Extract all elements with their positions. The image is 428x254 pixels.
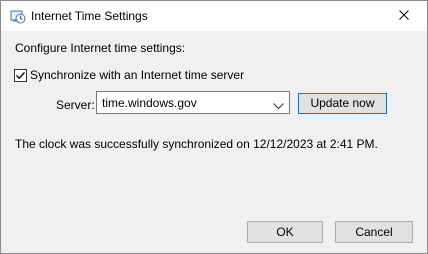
server-label: Server: (56, 98, 95, 112)
window-title: Internet Time Settings (31, 9, 148, 23)
sync-option[interactable]: Synchronize with an Internet time server (14, 67, 244, 83)
sync-status-text: The clock was successfully synchronized … (15, 137, 378, 151)
server-value[interactable]: time.windows.gov (102, 96, 197, 110)
close-button[interactable] (381, 1, 427, 31)
settings-heading: Configure Internet time settings: (15, 41, 186, 55)
title-bar: Internet Time Settings (1, 1, 427, 31)
close-icon (399, 9, 409, 23)
sync-checkbox[interactable] (14, 68, 27, 82)
dialog-body: Configure Internet time settings: Synchr… (1, 31, 427, 253)
chevron-down-icon[interactable] (273, 99, 284, 113)
update-now-button[interactable]: Update now (298, 93, 387, 114)
ok-button[interactable]: OK (247, 221, 323, 243)
sync-checkbox-label[interactable]: Synchronize with an Internet time server (30, 68, 244, 82)
cancel-button[interactable]: Cancel (335, 221, 413, 243)
clock-globe-icon (10, 8, 26, 24)
internet-time-settings-dialog: Internet Time Settings Configure Interne… (0, 0, 428, 254)
checkmark-icon (16, 71, 25, 79)
server-dropdown[interactable]: time.windows.gov (96, 91, 290, 114)
